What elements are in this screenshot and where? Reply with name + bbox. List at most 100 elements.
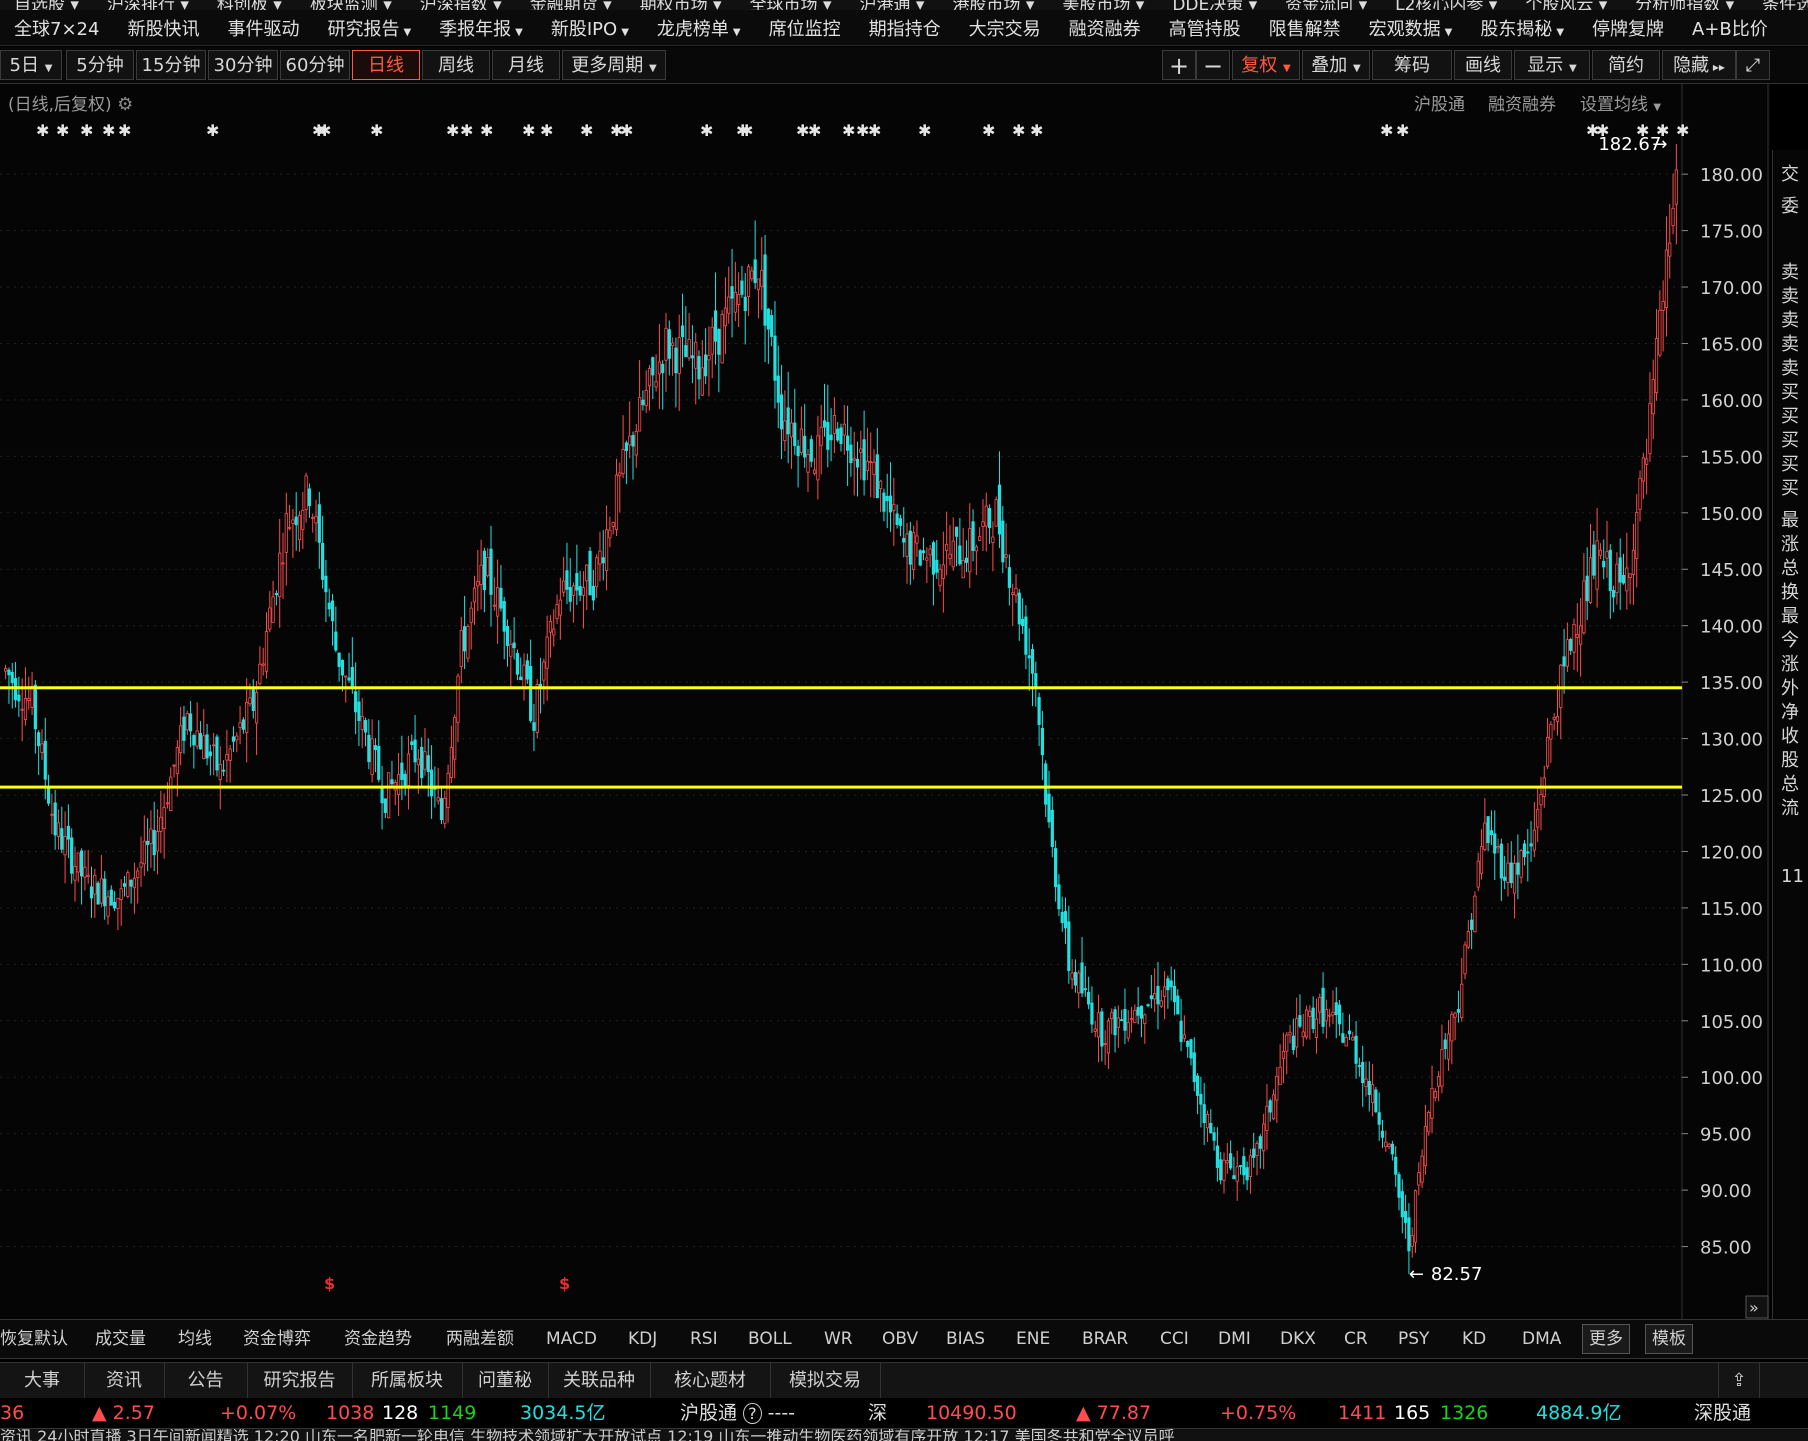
indicator-tab[interactable]: DMI — [1218, 1320, 1251, 1358]
indicator-tab[interactable]: 更多 — [1582, 1324, 1630, 1354]
gear-icon[interactable]: ⚙ — [117, 94, 133, 115]
info-tab[interactable]: 公告 — [164, 1363, 248, 1399]
top-menu2-item[interactable]: 停牌复牌 — [1578, 15, 1678, 41]
info-tab[interactable]: 核心题材 — [650, 1363, 771, 1399]
indicator-tab[interactable]: CR — [1344, 1320, 1368, 1358]
indicator-tab[interactable]: OBV — [882, 1320, 918, 1358]
period-5min-button[interactable]: 5分钟 — [66, 50, 134, 80]
top-menu2-item[interactable]: 大宗交易 — [955, 15, 1055, 41]
indicator-tab[interactable]: BIAS — [946, 1320, 985, 1358]
indicator-tab[interactable]: 模板 — [1645, 1324, 1693, 1354]
event-star-marker: ✱ — [118, 121, 131, 140]
candle-body — [522, 664, 526, 688]
candle-body — [327, 602, 331, 610]
fuquan-button[interactable]: 复权 ▼ — [1232, 50, 1300, 80]
candle-body — [1077, 972, 1081, 994]
info-tab[interactable]: 所属板块 — [352, 1363, 463, 1399]
indicator-tab[interactable]: BRAR — [1082, 1320, 1128, 1358]
zoom-in-button[interactable]: + — [1162, 50, 1196, 80]
top-menu2-item[interactable]: 限售解禁 — [1255, 15, 1355, 41]
chips-button[interactable]: 筹码 — [1372, 50, 1452, 80]
indicator-tab[interactable]: 恢复默认 — [0, 1320, 68, 1358]
indicator-tab[interactable]: KD — [1462, 1320, 1486, 1358]
top-menu2-item[interactable]: 高管持股 — [1155, 15, 1255, 41]
indicator-tab[interactable]: BOLL — [748, 1320, 792, 1358]
info-tab[interactable]: 关联品种 — [548, 1363, 651, 1399]
indicator-tab[interactable]: PSY — [1398, 1320, 1429, 1358]
indicator-tab[interactable]: DKX — [1280, 1320, 1316, 1358]
indicator-tab[interactable]: CCI — [1160, 1320, 1189, 1358]
candle-body — [390, 779, 394, 785]
info-tab[interactable]: 资讯 — [84, 1363, 165, 1399]
period-30min-button[interactable]: 30分钟 — [208, 50, 278, 80]
help-icon[interactable]: ? — [743, 1403, 762, 1424]
candle-body — [1271, 1094, 1276, 1120]
hgt-link[interactable]: 沪股通 — [1414, 90, 1465, 115]
period-monthly-button[interactable]: 月线 — [492, 50, 560, 80]
chevron-down-icon: ▼ — [1569, 63, 1577, 74]
period-weekly-button[interactable]: 周线 — [422, 50, 490, 80]
top-menu2-item[interactable]: 季报年报 ▼ — [425, 15, 537, 41]
top-menu2-item[interactable]: 融资融券 — [1055, 15, 1155, 41]
top-menu2-item[interactable]: 龙虎榜单 ▼ — [643, 15, 755, 41]
indicator-tab[interactable]: 资金趋势 — [344, 1320, 412, 1358]
display-button[interactable]: 显示 ▼ — [1514, 50, 1590, 80]
candle-body — [1337, 1004, 1342, 1025]
indicator-tab[interactable]: WR — [824, 1320, 853, 1358]
news-ticker[interactable]: 资讯 24小时直播 3日午间新闻精选 12:20 山东一名肥新一轮电信 生物技术… — [0, 1429, 1808, 1441]
indicator-tab[interactable]: 成交量 — [95, 1320, 146, 1358]
candle-body — [1199, 1093, 1203, 1105]
period-60min-button[interactable]: 60分钟 — [280, 50, 350, 80]
y-tick-label: 150.00 — [1700, 504, 1763, 525]
indicator-tab[interactable]: ENE — [1016, 1320, 1050, 1358]
indicator-tab[interactable]: MACD — [546, 1320, 597, 1358]
zoom-out-button[interactable]: − — [1196, 50, 1230, 80]
top-menu2-item[interactable]: 期指持仓 — [855, 15, 955, 41]
period-daily-button[interactable]: 日线 — [352, 50, 420, 80]
candle-body — [730, 286, 734, 299]
simple-mode-button[interactable]: 简约 — [1592, 50, 1660, 80]
popout-button[interactable]: ⇪ — [1718, 1363, 1760, 1399]
hide-button[interactable]: 隐藏 ▸▸ — [1662, 50, 1736, 80]
period-more-button[interactable]: 更多周期 ▼ — [562, 50, 666, 80]
event-star-marker: ✱ — [842, 121, 855, 140]
top-menu2-label: 新股快讯 — [127, 18, 200, 40]
sgt-status[interactable]: 深股通 — [1694, 1398, 1751, 1428]
top-menu2-item[interactable]: A+B比价 — [1678, 15, 1782, 41]
margin-trading-link[interactable]: 融资融券 — [1488, 90, 1556, 115]
top-menu2-item[interactable]: 新股快讯 — [113, 15, 213, 41]
ma-setting-link[interactable]: 设置均线 ▼ — [1580, 90, 1661, 115]
chevron-down-icon: ▼ — [1556, 26, 1565, 38]
candle-body — [1417, 1172, 1421, 1186]
indicator-tab[interactable]: 均线 — [178, 1320, 212, 1358]
top-menu2-item[interactable]: 新股IPO ▼ — [537, 15, 643, 41]
indicator-tab[interactable]: DMA — [1522, 1320, 1561, 1358]
info-tab[interactable]: 研究报告 — [247, 1363, 353, 1399]
indicator-tab[interactable]: KDJ — [628, 1320, 657, 1358]
indicator-tab[interactable]: RSI — [690, 1320, 718, 1358]
info-tab[interactable]: 大事 — [0, 1363, 85, 1399]
info-tab[interactable]: 问董秘 — [462, 1363, 549, 1399]
candle-body — [832, 415, 836, 434]
top-menu2-item[interactable]: 全球7×24 — [0, 15, 113, 41]
candle-body — [258, 663, 262, 685]
hgt-status[interactable]: 沪股通 ? ---- — [680, 1398, 795, 1428]
candle-body — [1387, 1143, 1391, 1147]
info-tab[interactable]: 模拟交易 — [770, 1363, 881, 1399]
overlay-button[interactable]: 叠加 ▼ — [1302, 50, 1370, 80]
period-5day-button[interactable]: 5日 ▼ — [0, 50, 62, 80]
draw-line-button[interactable]: 画线 — [1454, 50, 1512, 80]
top-menu2-item[interactable]: 研究报告 ▼ — [313, 15, 425, 41]
y-tick-label: 110.00 — [1700, 955, 1763, 976]
sz-up-count: 1411 — [1338, 1402, 1387, 1424]
kline-chart-area[interactable]: 180.00 175.00 170.00 165.00 160.00 155.00 150.… — [0, 84, 1770, 1319]
indicator-tab[interactable]: 资金博弈 — [243, 1320, 311, 1358]
top-menu2-item[interactable]: 宏观数据 ▼ — [1355, 15, 1467, 41]
top-menu2-item[interactable]: 席位监控 — [755, 15, 855, 41]
candle-body — [439, 798, 444, 821]
period-15min-button[interactable]: 15分钟 — [136, 50, 206, 80]
top-menu2-item[interactable]: 事件驱动 — [213, 15, 313, 41]
fullscreen-button[interactable]: ⤢ — [1736, 50, 1770, 80]
indicator-tab[interactable]: 两融差额 — [446, 1320, 514, 1358]
top-menu2-item[interactable]: 股东揭秘 ▼ — [1466, 15, 1578, 41]
